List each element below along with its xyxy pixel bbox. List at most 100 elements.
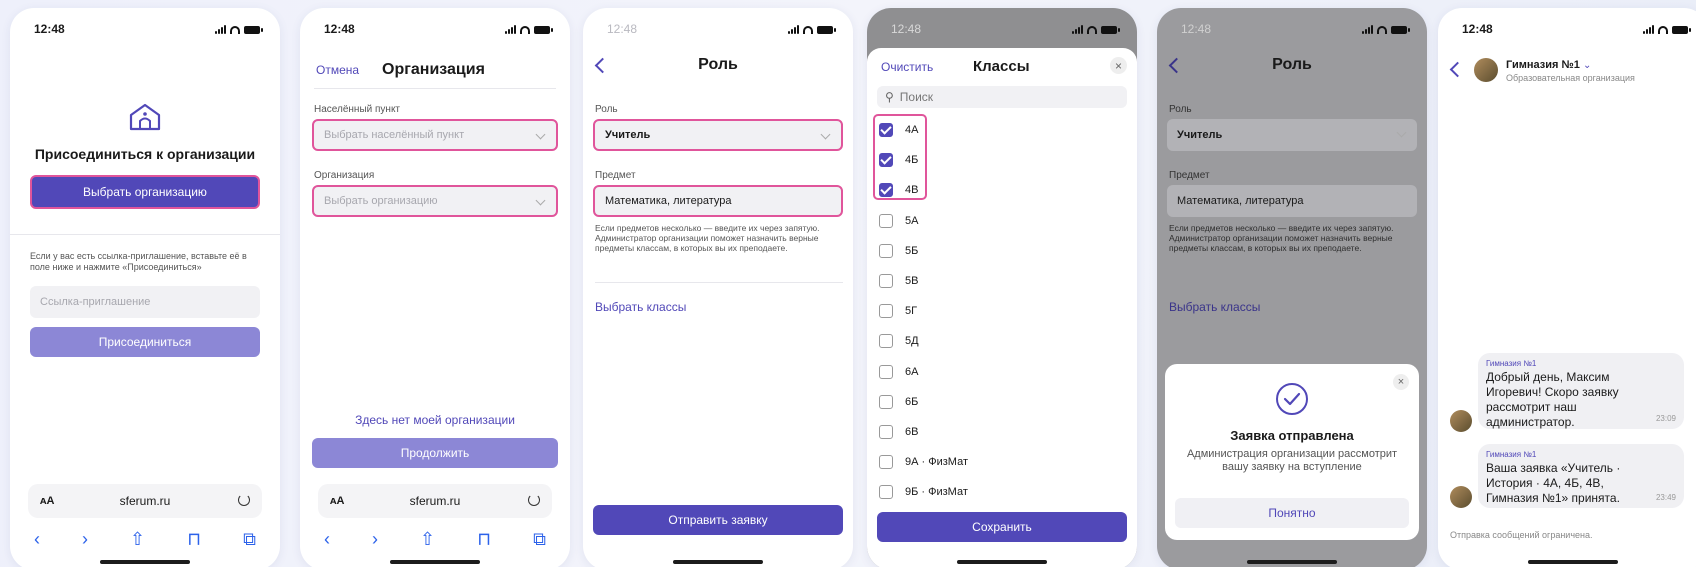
message-sender: Гимназия №1 — [1486, 359, 1537, 368]
checkbox-unchecked[interactable] — [879, 274, 893, 288]
text-size-button[interactable]: ᴀA — [330, 495, 344, 507]
class-checkbox-row[interactable]: 9А · ФизМат — [879, 448, 968, 476]
browser-address-bar[interactable]: ᴀA sferum.ru — [28, 484, 262, 518]
close-icon[interactable]: × — [1393, 374, 1409, 390]
join-button[interactable]: Присоединиться — [30, 327, 260, 357]
class-checkbox-row[interactable]: 6В — [879, 418, 918, 446]
class-checkbox-row[interactable]: 9Б · ФизМат — [879, 478, 968, 506]
clear-button[interactable]: Очистить — [881, 60, 933, 74]
continue-button[interactable]: Продолжить — [312, 438, 558, 468]
class-checkbox-row[interactable]: 5Г — [879, 297, 917, 325]
checkbox-unchecked[interactable] — [879, 455, 893, 470]
class-checkbox-row[interactable]: 4Б — [879, 146, 918, 174]
checkbox-checked[interactable] — [879, 153, 893, 168]
divider — [10, 234, 280, 235]
request-sent-modal: × Заявка отправлена Администрация органи… — [1165, 364, 1419, 540]
bookmarks-icon[interactable]: ⊓ — [477, 528, 491, 550]
class-label: 9Б · ФизМат — [905, 486, 968, 499]
battery-icon — [817, 26, 836, 34]
close-icon[interactable]: × — [1110, 57, 1127, 74]
divider — [595, 282, 843, 283]
no-org-link[interactable]: Здесь нет моей организации — [300, 413, 570, 427]
choose-classes-link[interactable]: Выбрать классы — [595, 300, 686, 314]
signal-icon — [505, 25, 516, 34]
subject-input[interactable]: Математика, литература — [593, 185, 843, 217]
status-bar: 12:48 — [607, 22, 836, 44]
class-checkbox-row[interactable]: 4А — [879, 116, 918, 144]
divider — [314, 88, 556, 89]
status-bar: 12:48 — [1462, 22, 1691, 44]
status-bar: 12:48 — [324, 22, 553, 44]
class-checkbox-row[interactable]: 5Д — [879, 327, 919, 355]
checkbox-checked[interactable] — [879, 183, 893, 198]
checkbox-unchecked[interactable] — [879, 485, 893, 500]
role-select[interactable]: Учитель — [593, 119, 843, 151]
chat-subtitle: Образовательная организация — [1506, 73, 1635, 83]
ok-button[interactable]: Понятно — [1175, 498, 1409, 528]
class-checkbox-row[interactable]: 5А — [879, 207, 918, 235]
home-indicator — [1247, 560, 1337, 564]
signal-icon — [1072, 25, 1083, 34]
reload-icon[interactable] — [528, 494, 540, 506]
checkbox-unchecked[interactable] — [879, 425, 893, 439]
url-text: sferum.ru — [409, 494, 461, 508]
class-label: 6Б — [905, 395, 919, 408]
checkbox-unchecked[interactable] — [879, 304, 893, 319]
subject-label: Предмет — [1169, 170, 1210, 181]
back-icon[interactable] — [1449, 61, 1466, 78]
battery-icon — [244, 26, 263, 34]
class-checkbox-row[interactable]: 5В — [879, 267, 918, 295]
save-button[interactable]: Сохранить — [877, 512, 1127, 542]
role-value: Учитель — [605, 129, 651, 141]
choose-org-button[interactable]: Выбрать организацию — [30, 175, 260, 209]
checkbox-checked[interactable] — [879, 123, 893, 137]
role-value: Учитель — [1177, 129, 1223, 141]
checkbox-unchecked[interactable] — [879, 334, 893, 349]
class-label: 4Б — [905, 154, 919, 167]
chat-name[interactable]: Гимназия №1 — [1506, 59, 1580, 71]
battery-icon — [534, 26, 553, 34]
class-checkbox-row[interactable]: 6Б — [879, 388, 918, 416]
submit-request-button[interactable]: Отправить заявку — [593, 505, 843, 535]
checkbox-unchecked[interactable] — [879, 213, 893, 228]
modal-text: Администрация организации рассмотрит ваш… — [1186, 448, 1398, 473]
share-icon[interactable]: ⇧ — [420, 528, 435, 550]
url-text: sferum.ru — [119, 494, 171, 508]
text-size-button[interactable]: ᴀA — [40, 495, 54, 507]
back-icon[interactable]: ‹ — [324, 528, 330, 550]
bookmarks-icon[interactable]: ⊓ — [187, 528, 201, 550]
checkbox-unchecked[interactable] — [879, 364, 893, 379]
tabs-icon[interactable]: ⧉ — [243, 528, 256, 550]
page-title: Присоединиться к организации — [34, 146, 256, 162]
class-checkbox-row[interactable]: 6А — [879, 358, 918, 386]
cancel-button[interactable]: Отмена — [316, 63, 359, 77]
back-icon[interactable]: ‹ — [34, 528, 40, 550]
org-select[interactable]: Выбрать организацию — [312, 185, 558, 217]
share-icon[interactable]: ⇧ — [130, 528, 145, 550]
browser-toolbar: ‹ › ⇧ ⊓ ⧉ — [318, 528, 552, 550]
class-checkbox-row[interactable]: 5Б — [879, 237, 918, 265]
class-label: 5В — [905, 275, 919, 287]
checkbox-unchecked[interactable] — [879, 394, 893, 409]
signal-icon — [215, 25, 226, 34]
signal-icon — [1643, 25, 1654, 34]
invite-hint: Если у вас есть ссылка-приглашение, вста… — [30, 251, 247, 272]
search-input[interactable]: ⚲ Поиск — [877, 86, 1127, 108]
tabs-icon[interactable]: ⧉ — [533, 528, 546, 550]
home-indicator — [100, 560, 190, 564]
chevron-down-icon[interactable]: ⌄ — [1583, 60, 1591, 71]
invite-link-input[interactable]: Ссылка-приглашение — [30, 286, 260, 318]
reload-icon[interactable] — [238, 494, 250, 506]
browser-address-bar[interactable]: ᴀA sferum.ru — [318, 484, 552, 518]
class-checkbox-row[interactable]: 4В — [879, 176, 918, 204]
class-label: 4В — [905, 184, 919, 197]
signal-icon — [788, 25, 799, 34]
page-title: Роль — [1272, 56, 1312, 73]
forward-icon[interactable]: › — [372, 528, 378, 550]
search-icon: ⚲ — [885, 90, 894, 104]
forward-icon[interactable]: › — [82, 528, 88, 550]
locality-select[interactable]: Выбрать населённый пункт — [312, 119, 558, 151]
screen-role: 12:48 Роль Роль Учитель Предмет Математи… — [583, 8, 853, 567]
checkbox-unchecked[interactable] — [879, 243, 893, 258]
wifi-icon — [1658, 26, 1668, 34]
